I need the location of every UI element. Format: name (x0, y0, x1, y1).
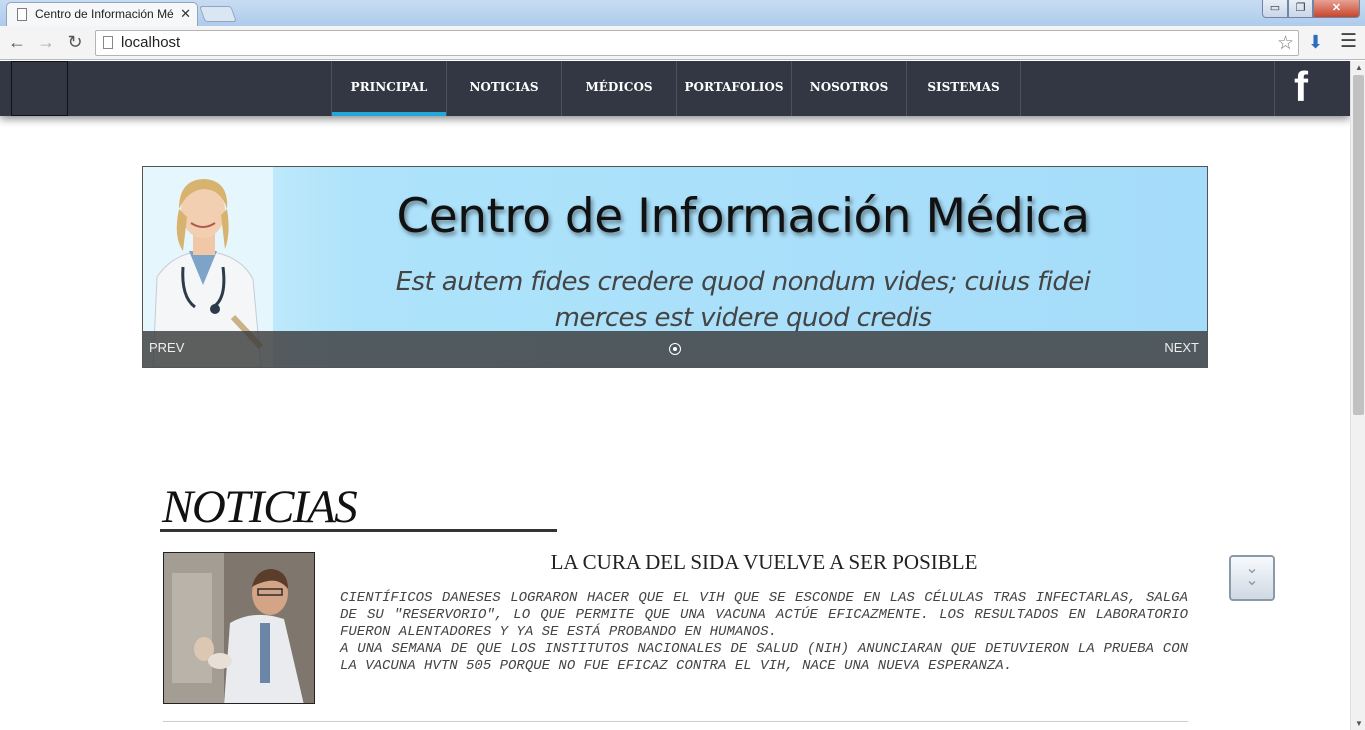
page-viewport: PRINCIPAL NOTICIAS MÉDICOS PORTAFOLIOS N… (0, 61, 1350, 730)
facebook-link[interactable]: f (1274, 61, 1350, 116)
news-section-title: NOTICIAS (162, 481, 358, 533)
slider-controls: PREV NEXT (143, 331, 1207, 367)
site-navbar: PRINCIPAL NOTICIAS MÉDICOS PORTAFOLIOS N… (0, 61, 1350, 116)
news-body: CIENTÍFICOS DANESES LOGRARON HACER QUE E… (340, 590, 1188, 675)
image-slider: Centro de Información Médica Est autem f… (142, 166, 1208, 368)
download-extension-icon[interactable]: ⬇ (1308, 32, 1326, 52)
slide-subtitle: Est autem fides credere quod nondum vide… (373, 264, 1113, 336)
scroll-down-arrow-icon[interactable]: ▼ (1355, 719, 1363, 728)
next-button[interactable]: NEXT (1164, 340, 1199, 355)
scientist-photo (164, 553, 314, 703)
double-chevron-down-icon: ⌄ ⌄ (1245, 560, 1259, 589)
address-bar[interactable]: localhost ☆ (95, 30, 1299, 56)
news-paragraph-2: A UNA SEMANA DE QUE LOS INSTITUTOS NACIO… (340, 641, 1188, 674)
window-close-button[interactable]: ✕ (1313, 0, 1360, 18)
forward-arrow-icon[interactable]: → (35, 32, 57, 54)
minimize-button[interactable]: ▭ (1262, 0, 1288, 18)
nav-item-medicos[interactable]: MÉDICOS (561, 61, 676, 116)
maximize-button[interactable]: ❐ (1288, 0, 1313, 18)
slide-subtitle-line1: Est autem fides credere quod nondum vide… (395, 267, 1091, 297)
logo-placeholder[interactable] (11, 61, 68, 116)
close-icon[interactable]: ✕ (180, 3, 191, 25)
scroll-thumb[interactable] (1353, 75, 1364, 415)
back-arrow-icon[interactable]: ← (6, 32, 28, 54)
slide-indicator-dot[interactable] (669, 343, 681, 355)
page-icon (17, 8, 27, 21)
new-tab-button[interactable] (199, 6, 237, 22)
browser-tab[interactable]: Centro de Información Mé ✕ (6, 2, 198, 26)
news-divider (163, 721, 1188, 722)
section-divider (160, 529, 557, 532)
page-icon (103, 36, 113, 49)
reload-icon[interactable]: ↻ (64, 32, 86, 54)
title-bar: Centro de Información Mé ✕ ▭ ❐ ✕ (0, 0, 1365, 26)
nav-item-portafolios[interactable]: PORTAFOLIOS (676, 61, 791, 116)
facebook-icon[interactable]: f (1294, 63, 1308, 111)
scroll-down-button[interactable]: ⌄ ⌄ (1229, 555, 1275, 601)
nav-item-nosotros[interactable]: NOSOTROS (791, 61, 906, 116)
nav-menu: PRINCIPAL NOTICIAS MÉDICOS PORTAFOLIOS N… (331, 61, 1021, 116)
url-text[interactable]: localhost (121, 34, 180, 51)
prev-button[interactable]: PREV (149, 340, 184, 355)
nav-item-noticias[interactable]: NOTICIAS (446, 61, 561, 116)
news-image[interactable] (163, 552, 315, 704)
bookmark-star-icon[interactable]: ☆ (1277, 32, 1294, 55)
tab-title: Centro de Información Mé (35, 7, 174, 21)
page-scrollbar[interactable]: ▲ ▼ (1350, 61, 1365, 730)
scroll-up-arrow-icon[interactable]: ▲ (1355, 63, 1363, 72)
news-paragraph-1: CIENTÍFICOS DANESES LOGRARON HACER QUE E… (340, 590, 1188, 640)
slide-title: Centro de Información Médica (396, 189, 1090, 244)
nav-item-principal[interactable]: PRINCIPAL (331, 61, 446, 116)
nav-item-sistemas[interactable]: SISTEMAS (906, 61, 1021, 116)
news-headline[interactable]: LA CURA DEL SIDA VUELVE A SER POSIBLE (340, 550, 1188, 575)
menu-icon[interactable]: ☰ (1340, 30, 1357, 53)
browser-toolbar: ← → ↻ localhost ☆ (0, 26, 1365, 60)
